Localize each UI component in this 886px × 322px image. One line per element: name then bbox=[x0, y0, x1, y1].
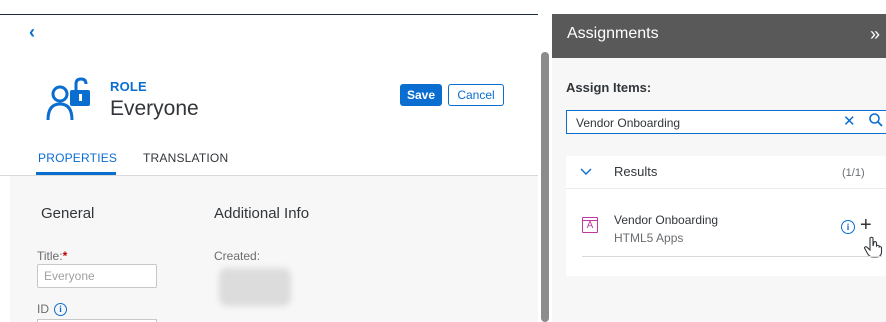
user-unlocked-icon bbox=[46, 77, 90, 121]
save-button[interactable]: Save bbox=[400, 84, 442, 106]
results-title: Results bbox=[614, 164, 658, 179]
results-divider bbox=[566, 188, 886, 189]
double-chevron-right-icon[interactable]: » bbox=[870, 24, 880, 45]
additional-info-section-title: Additional Info bbox=[214, 205, 310, 222]
scrollbar-thumb[interactable] bbox=[541, 52, 549, 322]
tab-translation[interactable]: TRANSLATION bbox=[143, 151, 228, 165]
title-input-placeholder: Everyone bbox=[44, 269, 95, 283]
cancel-button[interactable]: Cancel bbox=[448, 84, 504, 106]
result-item-divider bbox=[582, 256, 882, 257]
title-input[interactable]: Everyone bbox=[37, 264, 157, 288]
role-name: Everyone bbox=[110, 97, 199, 120]
assign-items-label: Assign Items: bbox=[566, 80, 652, 95]
clear-icon[interactable]: ✕ bbox=[843, 112, 856, 130]
assignments-panel-title: Assignments bbox=[567, 25, 659, 42]
created-value-redacted bbox=[219, 268, 291, 306]
results-count: (1/1) bbox=[842, 167, 865, 179]
result-item-subtitle: HTML5 Apps bbox=[614, 231, 684, 245]
title-label-text: Title: bbox=[37, 249, 63, 263]
chevron-left-icon: ‹ bbox=[29, 21, 35, 42]
assign-items-search-input[interactable] bbox=[576, 116, 816, 130]
hand-cursor-icon bbox=[863, 236, 883, 258]
required-mark: * bbox=[62, 249, 68, 263]
general-section-title: General bbox=[41, 205, 95, 222]
info-icon[interactable]: i bbox=[841, 220, 855, 234]
back-button[interactable]: ‹ bbox=[24, 22, 40, 42]
tab-properties[interactable]: PROPERTIES bbox=[38, 151, 117, 165]
chevron-down-icon[interactable] bbox=[580, 168, 592, 176]
add-icon[interactable]: + bbox=[860, 214, 872, 237]
list-item[interactable] bbox=[566, 200, 886, 256]
top-divider bbox=[0, 14, 538, 15]
title-field-label: Title:* bbox=[37, 249, 67, 263]
info-icon[interactable]: i bbox=[54, 302, 67, 316]
result-item-title: Vendor Onboarding bbox=[614, 213, 719, 227]
created-field-label: Created: bbox=[214, 249, 261, 263]
role-type-label: ROLE bbox=[110, 79, 147, 94]
search-icon[interactable] bbox=[868, 112, 884, 128]
id-field-label: ID i bbox=[37, 302, 67, 316]
id-label-text: ID bbox=[37, 302, 49, 316]
html5-app-icon: A bbox=[582, 217, 598, 233]
